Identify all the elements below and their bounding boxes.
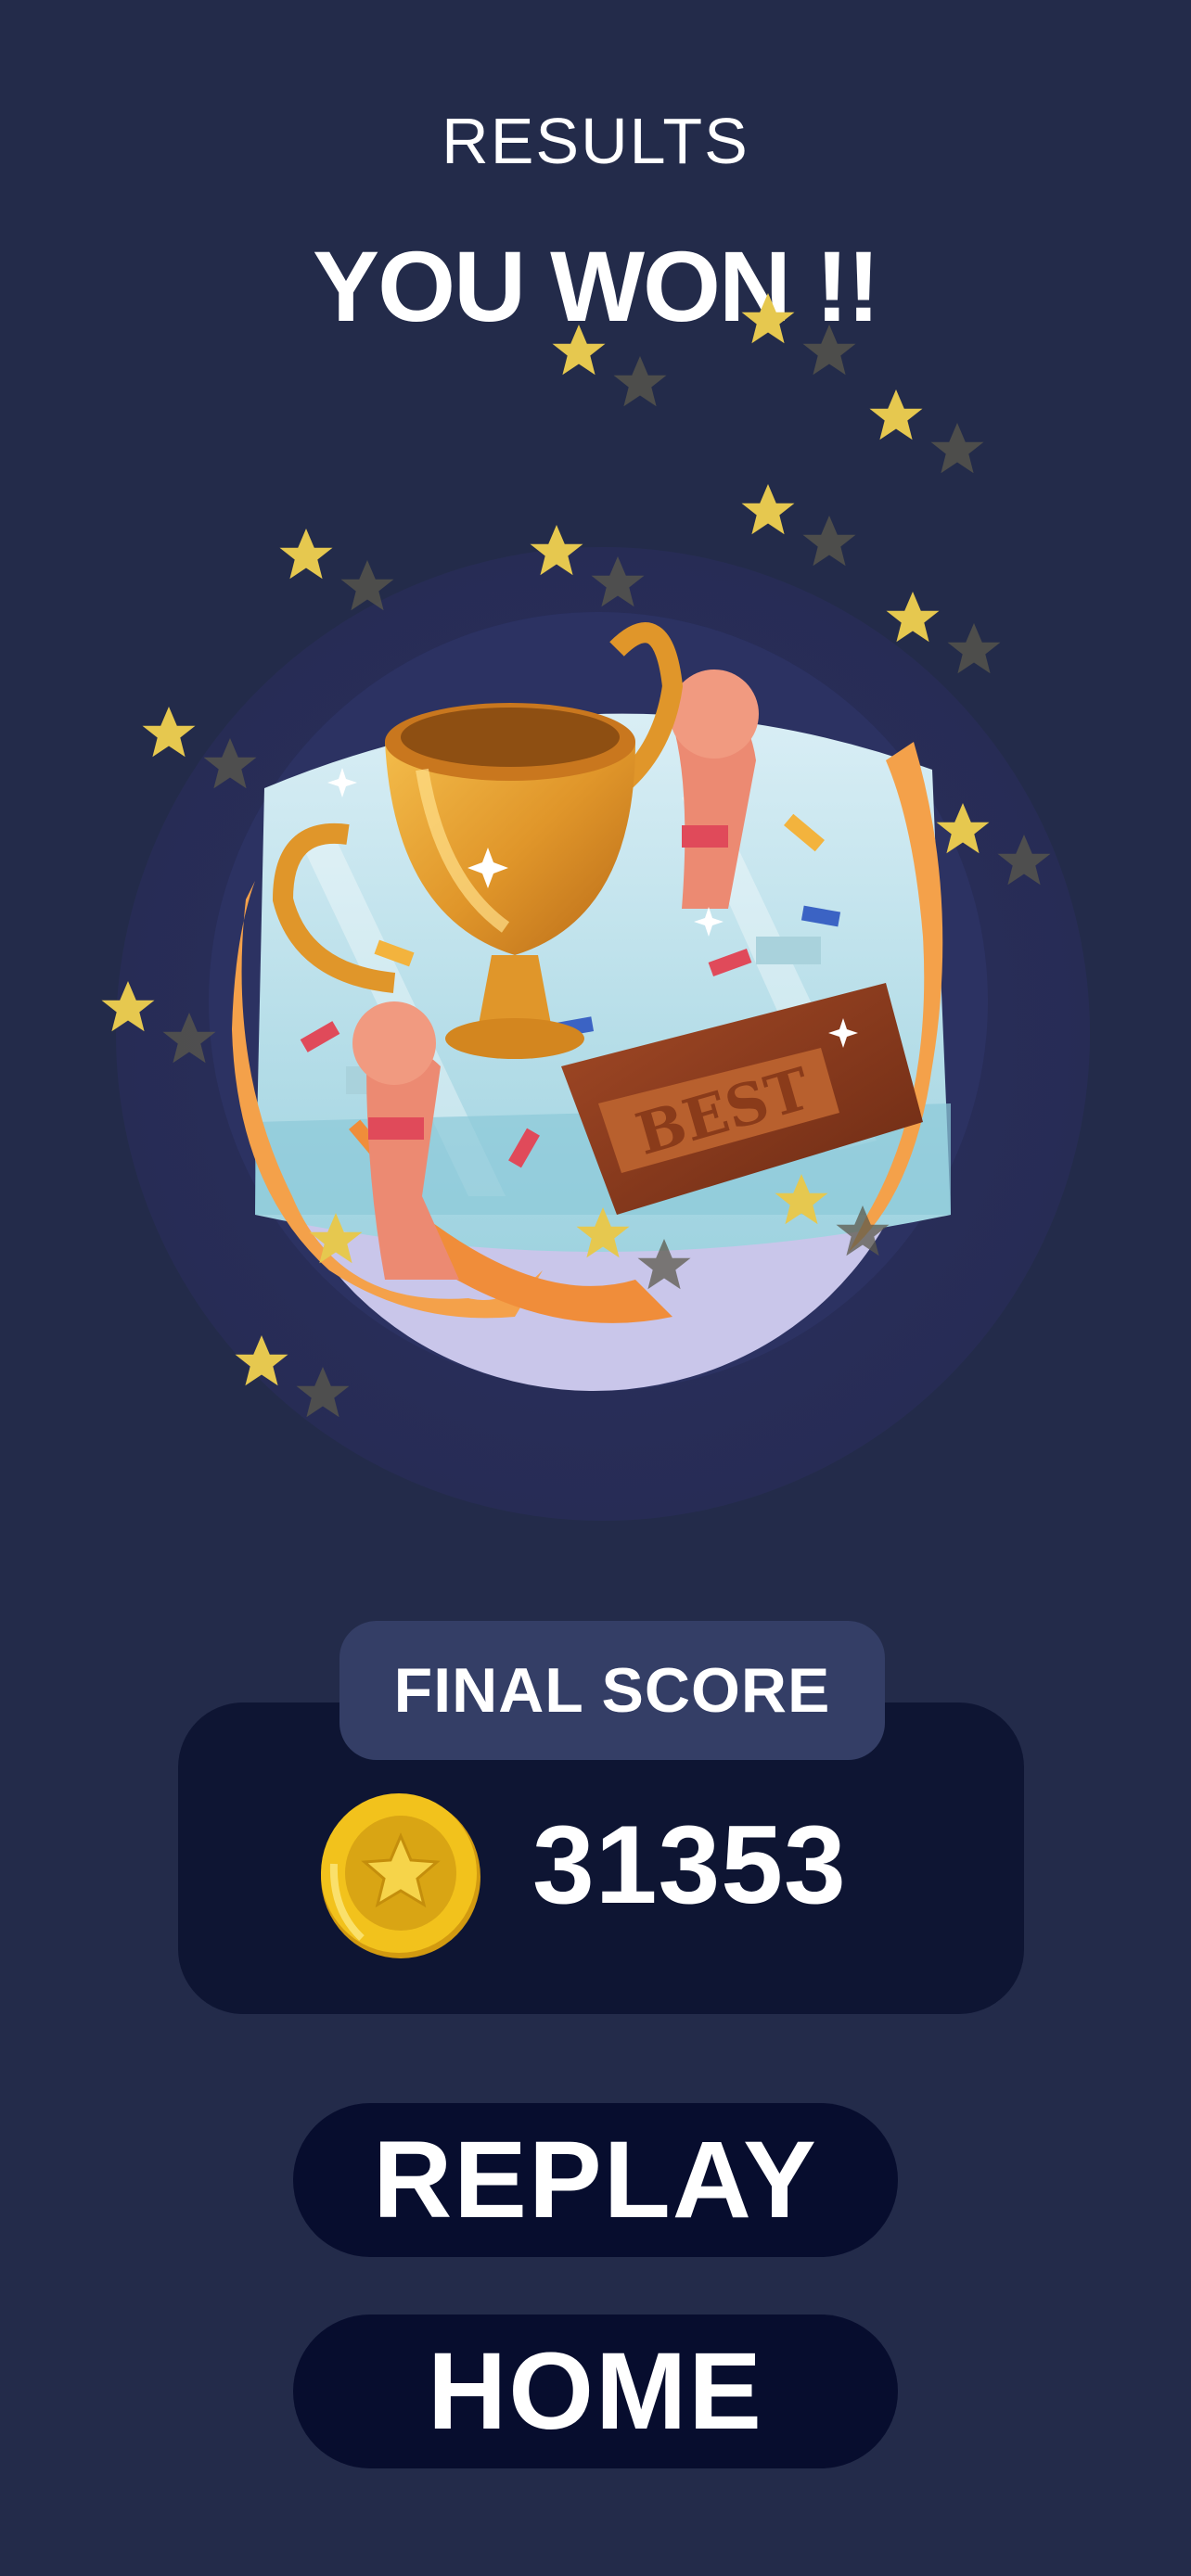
results-title: RESULTS	[442, 105, 749, 177]
home-button[interactable]: HOME	[293, 2315, 898, 2468]
trophy-illustration: BEST	[116, 547, 1090, 1530]
win-headline: YOU WON !!	[313, 230, 880, 342]
final-score-label: FINAL SCORE	[339, 1621, 885, 1760]
replay-button[interactable]: REPLAY	[293, 2103, 898, 2257]
final-score-value: 31353	[532, 1803, 847, 1927]
coin-icon	[315, 1790, 482, 1960]
